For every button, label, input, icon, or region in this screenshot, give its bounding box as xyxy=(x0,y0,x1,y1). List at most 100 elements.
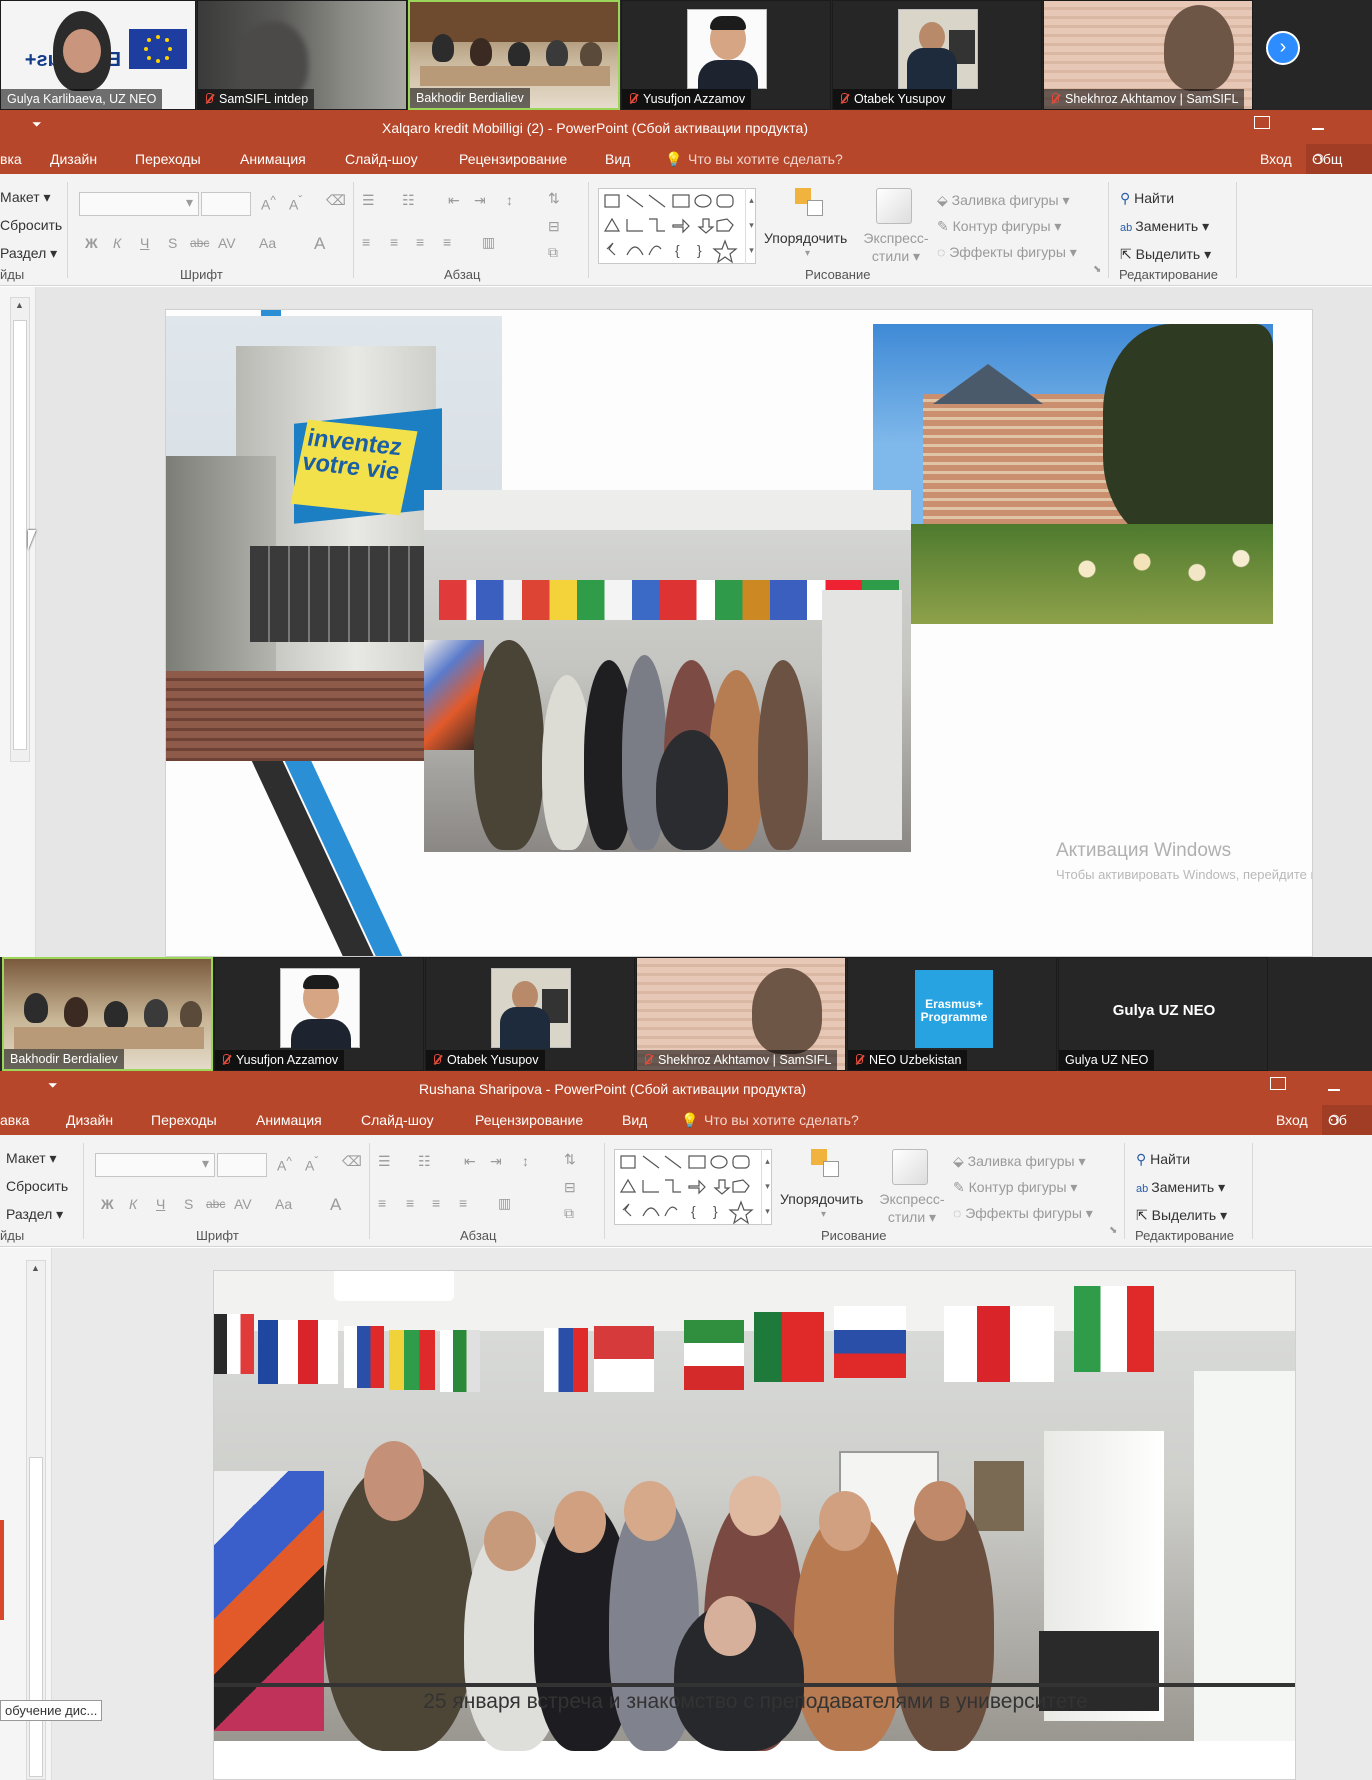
align-right-icon[interactable]: ≡ xyxy=(432,1195,440,1211)
layout-button[interactable]: Макет ▾ xyxy=(0,189,51,206)
arrange-button[interactable]: Упорядочить xyxy=(764,230,847,246)
grow-font-icon[interactable]: A^ xyxy=(277,1155,292,1174)
underline-button[interactable]: Ч xyxy=(156,1196,165,1212)
minimize-button[interactable] xyxy=(1312,128,1324,130)
find-button[interactable]: ⚲ Найти xyxy=(1136,1151,1190,1168)
char-spacing-button[interactable]: AV xyxy=(234,1196,252,1212)
italic-button[interactable]: К xyxy=(113,235,121,251)
participant-tile[interactable]: Yusufjon Azzamov xyxy=(621,0,831,110)
shrink-font-icon[interactable]: Aˇ xyxy=(305,1155,318,1174)
smartart-icon[interactable]: ⧉ xyxy=(564,1205,574,1222)
participant-tile[interactable]: Gulya UZ NEO Gulya UZ NEO xyxy=(1058,957,1268,1071)
align-right-icon[interactable]: ≡ xyxy=(416,234,424,250)
bold-button[interactable]: Ж xyxy=(101,1196,114,1212)
shapes-scroll[interactable]: ▴ ▾ ▾ xyxy=(745,188,757,264)
next-page-button[interactable]: › xyxy=(1266,31,1300,65)
numbering-icon[interactable]: ☷ xyxy=(418,1153,431,1170)
replace-button[interactable]: ab Заменить ▾ xyxy=(1136,1179,1225,1196)
shape-outline-button[interactable]: ✎ Контур фигуры ▾ xyxy=(953,1179,1077,1196)
participant-tile[interactable]: SamSIFL intdep xyxy=(197,0,407,110)
bold-button[interactable]: Ж xyxy=(85,235,98,251)
tab-insert[interactable]: вка xyxy=(0,151,22,167)
arrange-icon[interactable] xyxy=(795,188,825,218)
layout-button[interactable]: Макет ▾ xyxy=(6,1150,57,1167)
increase-indent-icon[interactable]: ⇥ xyxy=(474,192,486,209)
smartart-icon[interactable]: ⧉ xyxy=(548,244,558,261)
tab-animation[interactable]: Анимация xyxy=(240,151,306,167)
columns-icon[interactable]: ▥ xyxy=(482,234,495,251)
tell-me-input[interactable]: Что вы хотите сделать? xyxy=(704,1112,859,1128)
participant-tile[interactable]: Bakhodir Berdialiev xyxy=(2,957,213,1071)
participant-tile[interactable]: Bakhodir Berdialiev xyxy=(408,0,620,110)
columns-icon[interactable]: ▥ xyxy=(498,1195,511,1212)
font-name-dropdown-icon[interactable]: ▾ xyxy=(202,1155,209,1172)
shape-effects-button[interactable]: ◌ Эффекты фигуры ▾ xyxy=(953,1205,1093,1222)
tab-transitions[interactable]: Переходы xyxy=(151,1112,217,1128)
tell-me-input[interactable]: Что вы хотите сделать? xyxy=(688,151,843,167)
strikethrough-button[interactable]: abc xyxy=(206,1197,225,1211)
participant-tile[interactable]: Shekhroz Akhtamov | SamSIFL xyxy=(1043,0,1253,110)
select-button[interactable]: ⇱ Выделить ▾ xyxy=(1136,1207,1227,1224)
minimize-button[interactable] xyxy=(1328,1089,1340,1091)
thumbnails-scrollbar[interactable]: ▲ xyxy=(10,297,30,762)
font-name-input[interactable] xyxy=(95,1153,215,1177)
slide-canvas[interactable]: inventez votre vie Активация Windows Что… xyxy=(165,309,1313,957)
italic-button[interactable]: К xyxy=(129,1196,137,1212)
section-button[interactable]: Раздел ▾ xyxy=(0,245,57,262)
shapes-gallery[interactable]: {} xyxy=(598,188,756,264)
change-case-button[interactable]: Aa xyxy=(275,1196,292,1212)
change-case-button[interactable]: Aa xyxy=(259,235,276,251)
reset-button[interactable]: Сбросить xyxy=(6,1178,68,1194)
numbering-icon[interactable]: ☷ xyxy=(402,192,415,209)
select-button[interactable]: ⇱ Выделить ▾ xyxy=(1120,246,1211,263)
tab-design[interactable]: Дизайн xyxy=(66,1112,113,1128)
shape-fill-button[interactable]: ⬙ Заливка фигуры ▾ xyxy=(953,1153,1086,1170)
tab-review[interactable]: Рецензирование xyxy=(459,151,567,167)
text-direction-icon[interactable]: ⇅ xyxy=(564,1151,576,1168)
participant-tile[interactable]: Erasmus+ Programme NEO Uzbekistan xyxy=(847,957,1057,1071)
signin-link[interactable]: Вход xyxy=(1260,151,1292,167)
section-button[interactable]: Раздел ▾ xyxy=(6,1206,63,1223)
tab-transitions[interactable]: Переходы xyxy=(135,151,201,167)
participant-tile[interactable]: Erasmus+ Gulya Karlibaeva, UZ NEO xyxy=(0,0,196,110)
ribbon-display-icon[interactable] xyxy=(1270,1077,1286,1090)
dialog-launcher-icon[interactable]: ⬊ xyxy=(1093,264,1101,275)
align-left-icon[interactable]: ≡ xyxy=(362,234,370,250)
justify-icon[interactable]: ≡ xyxy=(459,1195,467,1211)
align-center-icon[interactable]: ≡ xyxy=(390,234,398,250)
font-name-dropdown-icon[interactable]: ▾ xyxy=(186,194,193,211)
font-name-input[interactable] xyxy=(79,192,199,216)
tab-slideshow[interactable]: Слайд-шоу xyxy=(345,151,418,167)
arrange-icon[interactable] xyxy=(811,1149,841,1179)
dialog-launcher-icon[interactable]: ⬊ xyxy=(1109,1225,1117,1236)
quick-styles-button[interactable]: Экспресс-стили ▾ xyxy=(872,1190,952,1226)
quick-styles-button[interactable]: Экспресс-стили ▾ xyxy=(856,229,936,265)
align-center-icon[interactable]: ≡ xyxy=(406,1195,414,1211)
shapes-gallery[interactable]: {} xyxy=(614,1149,772,1225)
tab-design[interactable]: Дизайн xyxy=(50,151,97,167)
tab-animation[interactable]: Анимация xyxy=(256,1112,322,1128)
tab-view[interactable]: Вид xyxy=(605,151,630,167)
clear-format-icon[interactable]: ⌫ xyxy=(342,1153,362,1170)
decrease-indent-icon[interactable]: ⇤ xyxy=(448,192,460,209)
bullets-icon[interactable]: ☰ xyxy=(378,1153,391,1170)
shadow-button[interactable]: S xyxy=(184,1196,193,1212)
participant-tile[interactable]: Shekhroz Akhtamov | SamSIFL xyxy=(636,957,846,1071)
quick-styles-icon[interactable] xyxy=(892,1149,928,1185)
arrange-button[interactable]: Упорядочить xyxy=(780,1191,863,1207)
line-spacing-icon[interactable]: ↕ xyxy=(506,192,513,208)
font-size-input[interactable] xyxy=(217,1153,267,1177)
quick-styles-icon[interactable] xyxy=(876,188,912,224)
tab-slideshow[interactable]: Слайд-шоу xyxy=(361,1112,434,1128)
reset-button[interactable]: Сбросить xyxy=(0,217,62,233)
find-button[interactable]: ⚲ Найти xyxy=(1120,190,1174,207)
clear-format-icon[interactable]: ⌫ xyxy=(326,192,346,209)
tab-insert[interactable]: авка xyxy=(0,1112,29,1128)
align-text-icon[interactable]: ⊟ xyxy=(548,218,560,235)
tab-view[interactable]: Вид xyxy=(622,1112,647,1128)
share-button[interactable]: ⚇ Об xyxy=(1322,1105,1372,1135)
justify-icon[interactable]: ≡ xyxy=(443,234,451,250)
increase-indent-icon[interactable]: ⇥ xyxy=(490,1153,502,1170)
align-left-icon[interactable]: ≡ xyxy=(378,1195,386,1211)
grow-font-icon[interactable]: A^ xyxy=(261,194,276,213)
